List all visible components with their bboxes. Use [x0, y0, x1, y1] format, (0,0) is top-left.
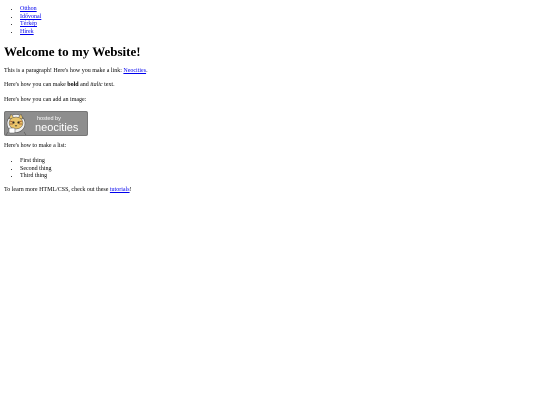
list-item: Third thing [20, 173, 536, 181]
paragraph-link-example: This is a paragraph! Here's how you make… [4, 68, 536, 76]
nav-item-hirek: Hírek [20, 29, 536, 37]
paragraph-image-intro: Here's how you can add an image: [4, 96, 87, 103]
bold-text: bold [67, 82, 79, 89]
nav-link-otthon[interactable]: Otthon [20, 6, 37, 12]
paragraph-text: To learn more HTML/CSS, check out these [4, 186, 110, 193]
paragraph-end: . [146, 67, 148, 74]
paragraph-end: ! [129, 186, 132, 193]
nav-item-idovonal: Idővonal [20, 14, 536, 22]
paragraph-end: text. [102, 82, 115, 89]
nav-link-terkep[interactable]: Térkép [20, 21, 37, 27]
nav-link-hirek[interactable]: Hírek [20, 29, 34, 35]
paragraph-formatting-example: Here's how you can make bold and italic … [4, 82, 536, 90]
paragraph-text: Here's how you can make [4, 82, 68, 89]
nav-list: Otthon Idővonal Térkép Hírek [4, 6, 536, 36]
paragraph-list-intro: Here's how to make a list: [4, 143, 67, 150]
list-item: First thing [20, 158, 536, 166]
neocities-link[interactable]: Neocities [123, 68, 146, 74]
italic-text: italic [90, 82, 103, 89]
nav-link-idovonal[interactable]: Idővonal [20, 14, 41, 20]
neocities-badge-graphic: hosted by neocities [4, 111, 88, 137]
nav-item-otthon: Otthon [20, 6, 536, 14]
badge-large-text: neocities [35, 122, 79, 134]
example-list: First thing Second thing Third thing [4, 158, 536, 181]
page-title: Welcome to my Website! [4, 44, 141, 60]
nav-item-terkep: Térkép [20, 21, 536, 29]
hosted-by-neocities-image: hosted by neocities [4, 111, 88, 137]
tutorials-link[interactable]: tutorials [110, 187, 130, 193]
paragraph-text: This is a paragraph! Here's how you make… [4, 67, 124, 74]
list-item: Second thing [20, 166, 536, 174]
paragraph-text: and [78, 82, 91, 89]
paragraph-tutorials: To learn more HTML/CSS, check out these … [4, 187, 536, 195]
